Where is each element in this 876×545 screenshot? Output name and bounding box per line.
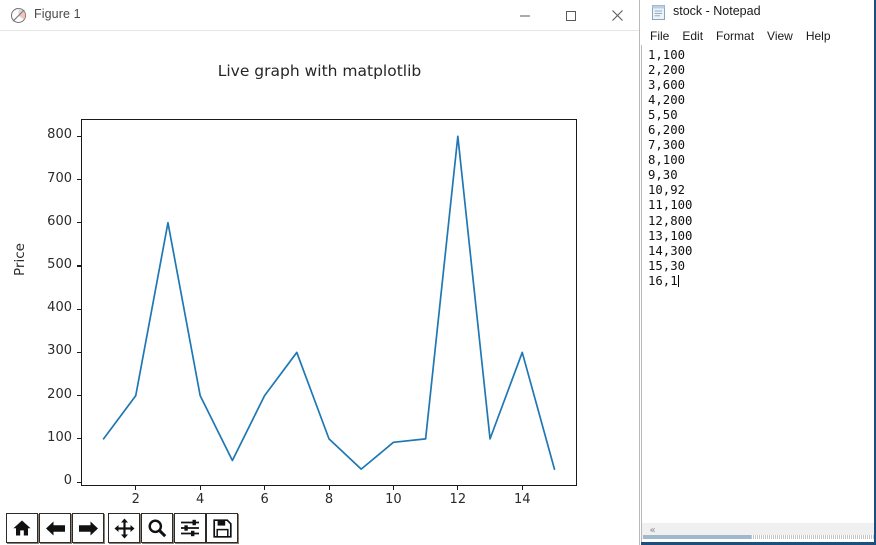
- notepad-titlebar[interactable]: stock - Notepad: [641, 0, 876, 26]
- floppy-disk-icon: [212, 518, 232, 538]
- notepad-icon: [650, 4, 667, 21]
- price-line-series: [102, 135, 556, 470]
- magnifier-icon: [148, 519, 167, 538]
- x-tick-mark: [457, 486, 459, 490]
- minimize-button[interactable]: [502, 0, 548, 31]
- right-arrow-icon: [78, 521, 98, 535]
- x-tick-mark: [199, 486, 201, 490]
- text-caret: [677, 274, 679, 287]
- back-button[interactable]: [39, 513, 71, 543]
- y-tick-label: 600: [47, 213, 72, 229]
- y-tick-mark: [77, 135, 81, 137]
- x-tick-mark: [392, 486, 394, 490]
- y-tick-label: 500: [47, 256, 72, 272]
- minimize-icon: [520, 15, 530, 16]
- y-tick-label: 800: [47, 127, 72, 143]
- close-icon: [611, 10, 623, 21]
- figure-navigation-toolbar: x=15.2964 y=768.833: [0, 505, 639, 545]
- menu-format[interactable]: Format: [715, 29, 755, 43]
- y-tick-mark: [77, 395, 81, 397]
- maximize-icon: [566, 10, 576, 21]
- matplotlib-figure-window: Figure 1 Live graph with matplotlib 0 10…: [0, 0, 640, 545]
- notepad-horizontal-scrollbar[interactable]: «: [642, 523, 876, 539]
- y-tick-mark: [77, 222, 81, 224]
- zoom-button[interactable]: [141, 513, 173, 543]
- notepad-title-label: stock - Notepad: [673, 4, 761, 18]
- menu-help[interactable]: Help: [805, 29, 832, 43]
- notepad-text-area[interactable]: 1,100 2,200 3,600 4,200 5,50 6,200 7,300…: [642, 46, 864, 519]
- menu-edit[interactable]: Edit: [681, 29, 704, 43]
- y-tick-label: 300: [47, 343, 72, 359]
- y-tick-label: 200: [47, 386, 72, 402]
- y-tick-label: 700: [47, 170, 72, 186]
- notepad-menubar: File Edit Format View Help: [641, 26, 876, 45]
- left-arrow-icon: [45, 521, 65, 535]
- y-tick-mark: [77, 481, 81, 483]
- forward-button[interactable]: [72, 513, 104, 543]
- screen: Figure 1 Live graph with matplotlib 0 10…: [0, 0, 876, 545]
- maximize-button[interactable]: [548, 0, 594, 31]
- home-icon: [13, 520, 31, 536]
- y-tick-mark: [77, 308, 81, 310]
- y-tick-label: 0: [63, 473, 72, 489]
- menu-file[interactable]: File: [649, 29, 670, 43]
- y-tick-mark: [77, 265, 81, 267]
- chart-title: Live graph with matplotlib: [217, 62, 422, 80]
- configure-subplots-button[interactable]: [174, 513, 206, 543]
- x-tick-mark: [521, 486, 523, 490]
- chart-plot-area: [102, 135, 556, 470]
- y-tick-mark: [77, 438, 81, 440]
- scrollbar-thumb[interactable]: [643, 535, 751, 539]
- move-arrows-icon: [114, 518, 134, 538]
- y-tick-mark: [77, 351, 81, 354]
- y-tick-label: 100: [47, 429, 72, 445]
- sliders-icon: [181, 519, 199, 537]
- figure-canvas[interactable]: Live graph with matplotlib 0 100 200 300 400…: [0, 31, 639, 531]
- x-tick-mark: [328, 486, 330, 490]
- pan-button[interactable]: [108, 513, 140, 543]
- y-axis-label: Price: [12, 243, 28, 276]
- save-button[interactable]: [206, 513, 238, 543]
- figure-title-label: Figure 1: [34, 7, 81, 21]
- y-tick-mark: [77, 179, 81, 181]
- matplotlib-icon: [10, 7, 27, 24]
- home-button[interactable]: [6, 513, 38, 543]
- notepad-window: stock - Notepad File Edit Format View He…: [641, 0, 876, 545]
- x-tick-mark: [135, 486, 137, 490]
- menu-view[interactable]: View: [766, 29, 794, 43]
- y-tick-label: 400: [47, 300, 72, 316]
- notepad-document-text: 1,100 2,200 3,600 4,200 5,50 6,200 7,300…: [648, 48, 693, 288]
- close-button[interactable]: [594, 0, 639, 31]
- x-tick-mark: [264, 486, 266, 490]
- figure-titlebar[interactable]: Figure 1: [0, 0, 639, 31]
